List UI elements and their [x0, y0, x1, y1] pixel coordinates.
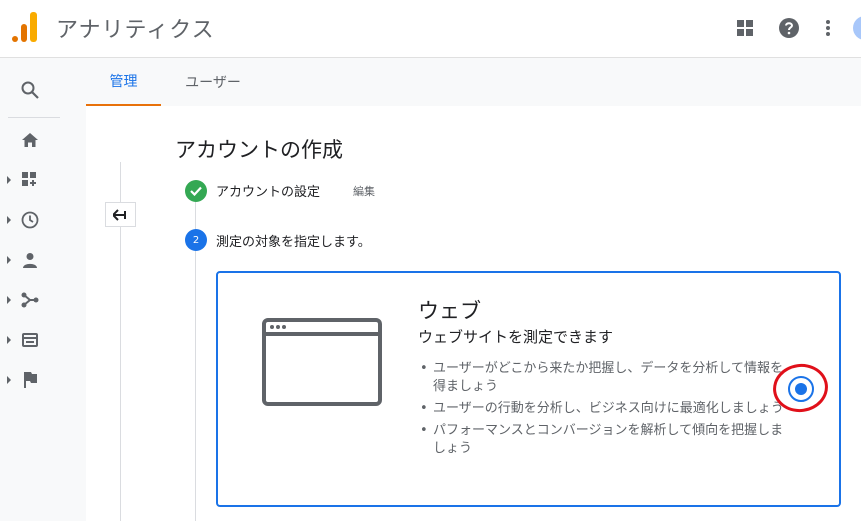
nav-acquisition[interactable] [0, 280, 60, 320]
behavior-icon [22, 333, 38, 347]
customization-icon [22, 172, 36, 186]
more-vert-icon[interactable] [816, 16, 840, 40]
expand-caret-icon [7, 296, 11, 304]
admin-tabs: 管理 ユーザー [86, 58, 861, 106]
step-number-badge: 2 [185, 229, 207, 251]
step-label-account-settings: アカウントの設定 [216, 185, 321, 200]
nav-behavior[interactable] [0, 320, 60, 360]
app-title: アナリティクス [56, 18, 215, 43]
tab-users[interactable]: ユーザー [161, 58, 265, 106]
expand-caret-icon [7, 176, 11, 184]
tab-admin[interactable]: 管理 [86, 58, 161, 106]
expand-caret-icon [7, 256, 11, 264]
nav-audience[interactable] [0, 240, 60, 280]
help-icon[interactable] [777, 16, 801, 40]
list-item: ユーザーの行動を分析し、ビジネス向けに最適化しましょう [418, 400, 788, 418]
page-title: アカウントの作成 [175, 138, 343, 162]
back-arrow-icon [112, 208, 126, 221]
nav-search[interactable] [0, 70, 60, 110]
top-app-bar: アナリティクス [0, 0, 861, 58]
expand-caret-icon [7, 216, 11, 224]
expand-caret-icon [7, 336, 11, 344]
nav-conversions[interactable] [0, 360, 60, 400]
browser-window-icon [262, 318, 382, 406]
list-item: パフォーマンスとコンバージョンを解析して傾向を把握しましょう [418, 422, 788, 458]
nav-customization[interactable] [0, 160, 60, 200]
nav-home[interactable] [0, 120, 60, 160]
apps-grid-icon[interactable] [733, 16, 757, 40]
list-item: ユーザーがどこから来たか把握し、データを分析して情報を得ましょう [418, 360, 788, 396]
expand-caret-icon [7, 376, 11, 384]
step-label-measure-target: 測定の対象を指定します。 [216, 235, 371, 250]
flag-icon [24, 372, 37, 388]
person-icon [23, 253, 37, 268]
search-icon [21, 81, 39, 99]
nav-divider [8, 117, 60, 118]
card-title: ウェブ [418, 299, 481, 323]
avatar[interactable] [853, 16, 861, 40]
clock-icon [21, 211, 39, 229]
acquisition-icon [21, 292, 39, 308]
step-complete-indicator [185, 180, 207, 202]
home-icon [22, 133, 38, 147]
edit-link[interactable]: 編集 [353, 183, 375, 199]
nav-realtime[interactable] [0, 200, 60, 240]
side-navigation [0, 58, 60, 521]
analytics-logo-icon[interactable] [10, 12, 38, 42]
back-button[interactable] [105, 202, 136, 227]
checkmark-icon [190, 186, 202, 196]
feature-list: ユーザーがどこから来たか把握し、データを分析して情報を得ましょう ユーザーの行動… [418, 360, 788, 462]
card-subtitle: ウェブサイトを測定できます [418, 328, 614, 346]
